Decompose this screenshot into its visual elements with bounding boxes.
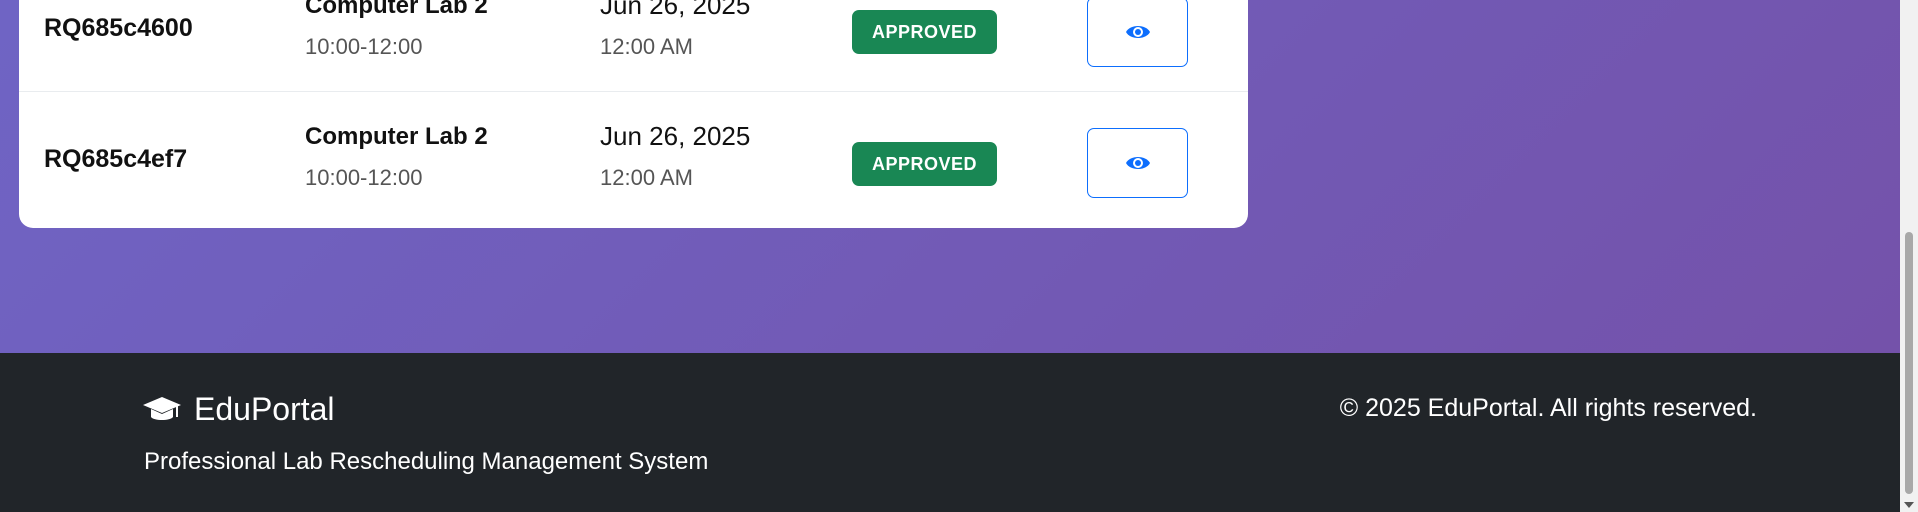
brand-name: EduPortal	[194, 391, 335, 427]
eye-icon	[1125, 157, 1150, 169]
page-background: RQ685c4600 Computer Lab 2 10:00-12:00 Ju…	[0, 0, 1900, 353]
lab-slot: 10:00-12:00	[305, 165, 423, 190]
lab-slot: 10:00-12:00	[305, 34, 423, 59]
copyright-text: © 2025 EduPortal. All rights reserved.	[1339, 394, 1757, 422]
footer-brand: EduPortal	[142, 391, 335, 428]
lab-name: Computer Lab 2	[305, 0, 488, 19]
request-id: RQ685c4600	[44, 14, 193, 42]
requests-table: RQ685c4600 Computer Lab 2 10:00-12:00 Ju…	[19, 0, 1248, 228]
request-time: 12:00 AM	[600, 165, 693, 190]
status-badge: APPROVED	[852, 142, 997, 186]
footer-tagline: Professional Lab Rescheduling Management…	[144, 448, 709, 475]
view-request-button[interactable]	[1087, 0, 1188, 67]
table-row: RQ685c4600 Computer Lab 2 10:00-12:00 Ju…	[19, 0, 1248, 92]
request-id: RQ685c4ef7	[44, 145, 188, 173]
scroll-down-arrow-icon[interactable]	[1904, 502, 1914, 508]
page-scrollbar[interactable]	[1900, 0, 1918, 512]
request-date: Jun 26, 2025	[600, 121, 751, 151]
site-footer: EduPortal Professional Lab Rescheduling …	[0, 353, 1900, 512]
scrollbar-thumb[interactable]	[1905, 232, 1913, 494]
status-badge: APPROVED	[852, 10, 997, 54]
request-time: 12:00 AM	[600, 34, 693, 59]
lab-name: Computer Lab 2	[305, 123, 488, 150]
view-request-button[interactable]	[1087, 128, 1188, 198]
graduation-cap-icon	[143, 396, 181, 420]
table-row: RQ685c4ef7 Computer Lab 2 10:00-12:00 Ju…	[19, 92, 1248, 223]
request-date: Jun 26, 2025	[600, 0, 751, 20]
eye-icon	[1125, 26, 1150, 38]
